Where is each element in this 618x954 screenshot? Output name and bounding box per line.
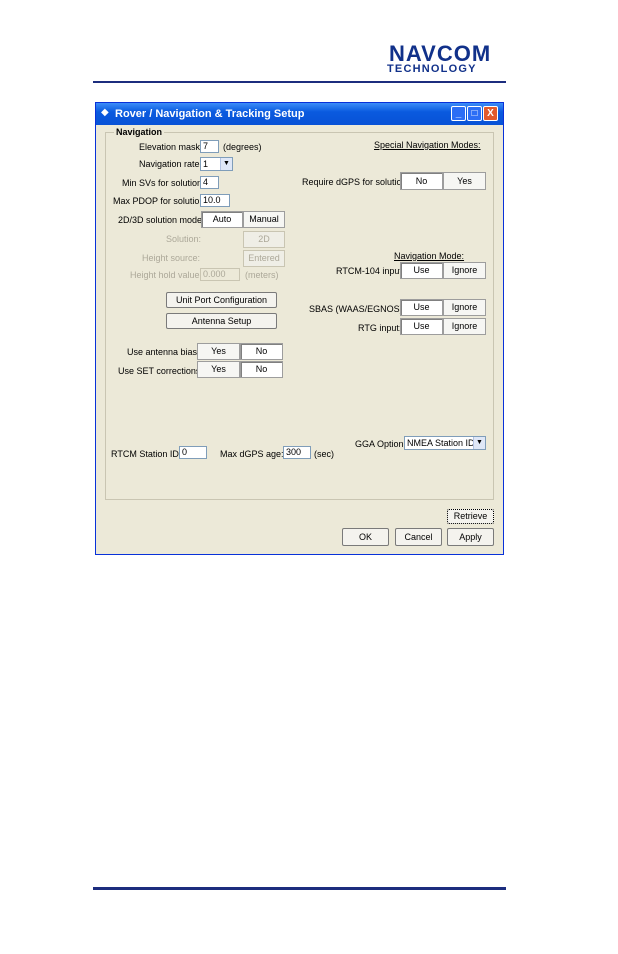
header-rule [93, 81, 506, 83]
navcom-logo: NAVCOM [389, 41, 492, 66]
gga-option-select[interactable]: NMEA Station ID ▼ [404, 436, 486, 450]
minimize-button[interactable]: _ [451, 106, 466, 121]
navigation-mode-heading: Navigation Mode: [394, 251, 465, 261]
maximize-button[interactable]: □ [467, 106, 482, 121]
elevation-mask-label: Elevation mask: [139, 142, 203, 152]
rtcm-station-id-label: RTCM Station ID: [111, 449, 182, 459]
elevation-mask-input[interactable]: 7 [200, 140, 219, 153]
retrieve-button[interactable]: Retrieve [447, 509, 494, 524]
footer-rule [93, 887, 506, 890]
height-source-label: Height source: [142, 253, 201, 263]
solution-mode-auto-button[interactable]: Auto [201, 211, 243, 228]
rtcm104-input-label: RTCM-104 input: [336, 266, 405, 276]
set-corrections-no-button[interactable]: No [240, 361, 283, 378]
sbas-ignore-button[interactable]: Ignore [443, 299, 486, 316]
height-hold-unit: (meters) [245, 270, 279, 280]
cancel-button[interactable]: Cancel [395, 528, 442, 546]
title-bar[interactable]: ◆ Rover / Navigation & Tracking Setup _ … [96, 103, 503, 125]
sbas-label: SBAS (WAAS/EGNOS): [309, 304, 406, 314]
technology-logo-text: TECHNOLOGY [387, 63, 477, 75]
special-navigation-modes-heading: Special Navigation Modes: [374, 140, 481, 150]
rtg-ignore-button[interactable]: Ignore [443, 318, 486, 335]
apply-button[interactable]: Apply [447, 528, 494, 546]
navigation-rate-value: 1 [203, 159, 209, 169]
set-corrections-yes-button[interactable]: Yes [197, 361, 240, 378]
solution-mode-manual-button[interactable]: Manual [243, 211, 285, 228]
elevation-mask-unit: (degrees) [223, 142, 262, 152]
chevron-down-icon[interactable]: ▼ [473, 437, 485, 449]
solution-mode-label: 2D/3D solution mode: [118, 215, 205, 225]
max-dgps-age-unit: (sec) [314, 449, 334, 459]
rtcm104-ignore-button[interactable]: Ignore [443, 262, 486, 279]
window-title: Rover / Navigation & Tracking Setup [115, 108, 305, 120]
navigation-rate-select[interactable]: 1 ▼ [200, 157, 233, 171]
rtg-use-button[interactable]: Use [400, 318, 443, 335]
require-dgps-yes-button[interactable]: Yes [443, 172, 486, 190]
rtcm-station-id-input[interactable]: 0 [179, 446, 207, 459]
height-source-entered-button: Entered [243, 250, 285, 267]
min-svs-label: Min SVs for solution: [122, 178, 205, 188]
antenna-bias-yes-button[interactable]: Yes [197, 343, 240, 360]
antenna-setup-button[interactable]: Antenna Setup [166, 313, 277, 329]
navigation-rate-label: Navigation rate: [139, 159, 203, 169]
rtg-input-label: RTG input: [358, 323, 402, 333]
gga-option-value: NMEA Station ID [407, 438, 475, 448]
app-icon: ◆ [101, 107, 109, 118]
antenna-bias-no-button[interactable]: No [240, 343, 283, 360]
max-pdop-label: Max PDOP for solution: [113, 196, 207, 206]
height-hold-label: Height hold value: [130, 270, 203, 280]
gga-option-label: GGA Option: [355, 439, 407, 449]
close-button[interactable]: X [483, 106, 498, 121]
navigation-tracking-dialog: ◆ Rover / Navigation & Tracking Setup _ … [95, 102, 504, 555]
set-corrections-label: Use SET corrections: [118, 366, 203, 376]
antenna-bias-label: Use antenna bias: [127, 347, 200, 357]
height-hold-input: 0.000 [200, 268, 240, 281]
require-dgps-no-button[interactable]: No [400, 172, 443, 190]
navigation-group-title: Navigation [114, 127, 165, 138]
solution-2d-button: 2D [243, 231, 285, 248]
max-dgps-age-label: Max dGPS age: [220, 449, 284, 459]
chevron-down-icon[interactable]: ▼ [220, 158, 232, 170]
min-svs-input[interactable]: 4 [200, 176, 219, 189]
max-pdop-input[interactable]: 10.0 [200, 194, 230, 207]
solution-label: Solution: [166, 234, 202, 244]
ok-button[interactable]: OK [342, 528, 389, 546]
rtcm104-use-button[interactable]: Use [400, 262, 443, 279]
require-dgps-label: Require dGPS for solution: [302, 177, 410, 187]
unit-port-configuration-button[interactable]: Unit Port Configuration [166, 292, 277, 308]
max-dgps-age-input[interactable]: 300 [283, 446, 311, 459]
sbas-use-button[interactable]: Use [400, 299, 443, 316]
